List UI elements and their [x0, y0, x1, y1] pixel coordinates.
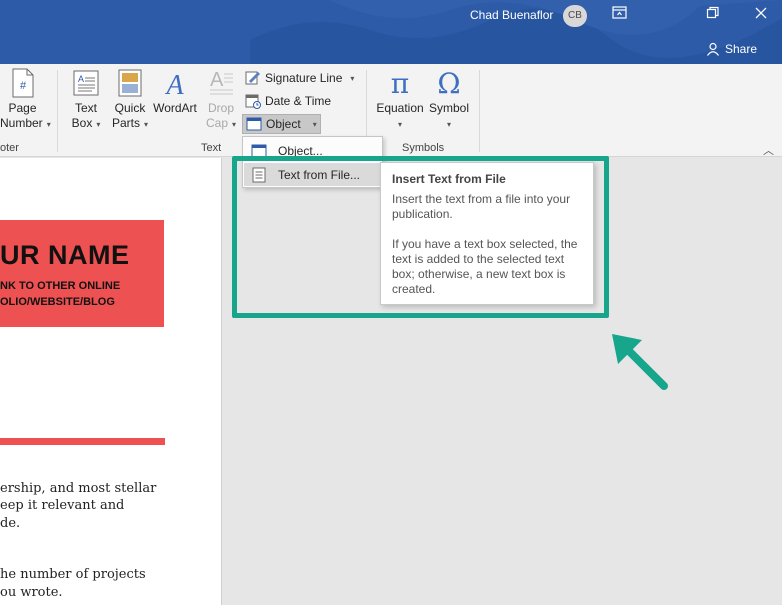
omega-icon: Ω [437, 68, 460, 98]
user-name[interactable]: Chad Buenaflor [470, 8, 553, 22]
quick-parts-label-2: Parts [111, 116, 140, 130]
wordart-icon: A [164, 70, 184, 98]
chevron-down-icon: ▾ [397, 120, 402, 129]
chevron-down-icon: ▾ [144, 120, 149, 129]
ribbon-display-options-icon[interactable] [612, 6, 632, 26]
avatar[interactable]: CB [563, 5, 587, 27]
text-box-label-1: Text [74, 101, 97, 115]
text-box-label-2: Box [71, 116, 93, 130]
name-subtitle-line-2: OLIO/WEBSITE/BLOG [0, 296, 115, 308]
signature-line-icon [245, 71, 260, 85]
annotation-arrow-icon [612, 334, 668, 390]
body-text-line: de. [0, 516, 21, 531]
symbol-button[interactable]: Ω Symbol ▾ [427, 68, 471, 132]
svg-text:Ω: Ω [437, 68, 460, 98]
svg-text:π: π [391, 68, 409, 98]
name-title: UR NAME [0, 240, 130, 270]
object-window-icon [246, 117, 262, 131]
calendar-icon [245, 94, 261, 109]
svg-text:A: A [78, 74, 84, 84]
chevron-down-icon: ▾ [446, 120, 451, 129]
chevron-down-icon: ▾ [350, 73, 355, 83]
text-box-icon: A [73, 70, 99, 96]
document-page[interactable]: UR NAME NK TO OTHER ONLINE OLIO/WEBSITE/… [0, 158, 222, 605]
object-button[interactable]: Object ▾ [242, 114, 321, 134]
drop-cap-label-2: Cap [205, 116, 228, 130]
group-label-symbols: Symbols [402, 142, 445, 154]
body-text-line: he number of projects [0, 567, 146, 582]
close-window-icon[interactable] [754, 6, 774, 26]
person-icon [707, 42, 719, 56]
name-banner[interactable]: UR NAME NK TO OTHER ONLINE OLIO/WEBSITE/… [0, 220, 164, 327]
group-label-text: Text [201, 142, 222, 154]
svg-text:A: A [164, 70, 184, 98]
svg-text:A: A [210, 69, 224, 91]
group-separator [479, 70, 480, 152]
chevron-down-icon: ▾ [312, 119, 317, 129]
symbol-label: Symbol [428, 101, 469, 115]
chevron-down-icon: ▾ [232, 120, 237, 129]
drop-cap-icon: A [210, 69, 233, 95]
quick-parts-label-1: Quick [114, 101, 146, 115]
restore-window-icon[interactable] [706, 6, 726, 26]
body-text-line: eep it relevant and [0, 498, 125, 513]
body-text-line: ou wrote. [0, 585, 63, 600]
text-box-button[interactable]: A Text Box ▾ [68, 68, 104, 132]
drop-cap-label-1: Drop [207, 101, 234, 115]
page-number-label-1: Page [8, 101, 37, 115]
body-text-line: ership, and most stellar [0, 481, 157, 496]
wordart-label: WordArt [153, 101, 197, 115]
quick-parts-icon [118, 69, 142, 97]
quick-parts-button[interactable]: Quick Parts ▾ [110, 68, 150, 132]
group-separator [57, 70, 58, 152]
page-number-button[interactable]: # Page Number ▾ [0, 68, 51, 132]
equation-label: Equation [376, 101, 424, 115]
svg-text:#: # [19, 80, 26, 92]
ribbon: # Page Number ▾ oter A Text Box ▾ Quick Pa… [0, 64, 782, 157]
page-number-icon: # [12, 68, 33, 98]
share-label: Share [725, 42, 758, 56]
chevron-down-icon: ▾ [96, 120, 101, 129]
date-time-label: Date & Time [265, 94, 332, 108]
object-label: Object [266, 117, 301, 131]
signature-line-button[interactable]: Signature Line ▾ [242, 68, 357, 88]
name-subtitle-line-1: NK TO OTHER ONLINE [0, 280, 121, 292]
title-bar: Chad Buenaflor CB Share [0, 0, 782, 64]
pi-icon: π [391, 68, 409, 98]
equation-button[interactable]: π Equation ▾ [374, 68, 426, 132]
chevron-down-icon: ▾ [46, 120, 51, 129]
collapse-ribbon-icon[interactable]: ︿ [763, 142, 774, 158]
accent-rule [0, 438, 165, 445]
page-number-label-2: Number [0, 116, 43, 130]
signature-line-label: Signature Line [265, 71, 343, 85]
group-label-header-footer: oter [0, 142, 19, 154]
share-button[interactable]: Share [706, 40, 757, 58]
highlight-box [232, 156, 609, 318]
drop-cap-button[interactable]: A Drop Cap ▾ [203, 68, 239, 132]
date-time-button[interactable]: Date & Time [242, 91, 334, 111]
wordart-button[interactable]: A WordArt [151, 68, 199, 116]
